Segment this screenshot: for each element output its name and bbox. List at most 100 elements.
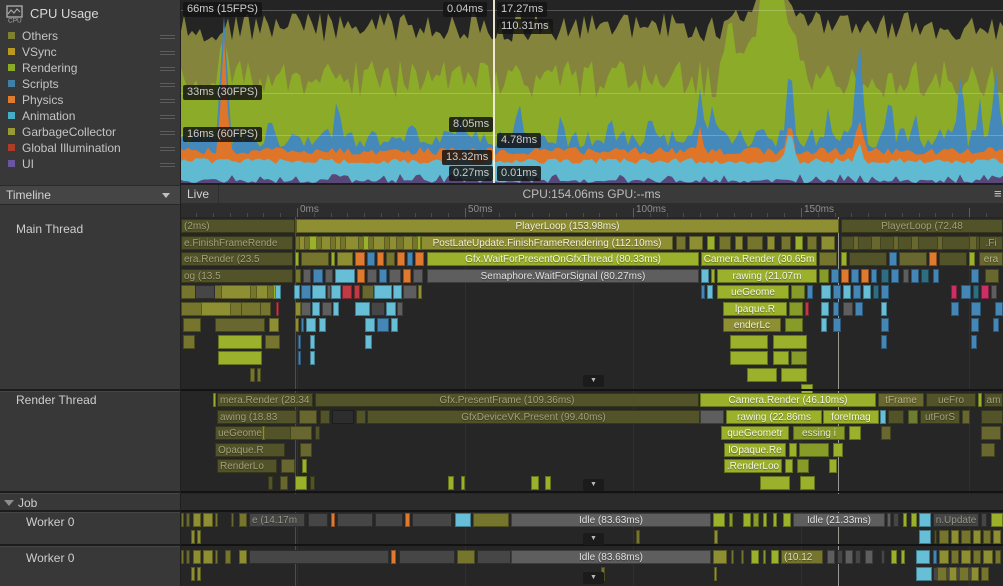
timeline-block[interactable] — [477, 550, 511, 564]
timeline-block[interactable] — [337, 252, 353, 266]
timeline-block[interactable] — [241, 302, 261, 316]
timeline-block[interactable] — [981, 443, 995, 457]
timeline-block[interactable] — [773, 335, 807, 349]
timeline-block[interactable] — [262, 426, 265, 440]
timeline-block[interactable] — [995, 550, 1001, 564]
timeline-block[interactable] — [363, 236, 369, 250]
timeline-block[interactable] — [374, 285, 392, 299]
timeline-block[interactable] — [310, 335, 315, 349]
timeline-block[interactable] — [735, 236, 743, 250]
timeline-block[interactable] — [415, 252, 424, 266]
timeline-block[interactable] — [700, 410, 724, 424]
timeline-block[interactable] — [377, 318, 389, 332]
timeline-block[interactable] — [183, 318, 201, 332]
timeline-block[interactable] — [393, 285, 402, 299]
timeline-block[interactable] — [357, 269, 365, 283]
timeline-block[interactable] — [773, 351, 789, 365]
timeline-block[interactable] — [203, 550, 213, 564]
timeline-block[interactable] — [881, 285, 889, 299]
timeline-block[interactable] — [413, 269, 423, 283]
timeline-block[interactable] — [325, 269, 333, 283]
timeline-block[interactable] — [949, 567, 957, 581]
timeline-block[interactable] — [367, 252, 375, 266]
timeline-block[interactable] — [545, 476, 551, 490]
timeline-block[interactable] — [889, 252, 897, 266]
timeline-block[interactable] — [301, 252, 329, 266]
timeline-block[interactable] — [310, 351, 315, 365]
timeline-bar[interactable]: ueGeome — [717, 285, 789, 299]
timeline-block[interactable] — [303, 269, 311, 283]
timeline-bar[interactable]: era.Render (23.5 — [181, 252, 293, 266]
timeline-block[interactable] — [797, 459, 809, 473]
timeline-block[interactable] — [849, 426, 861, 440]
legend-item-scripts[interactable]: Scripts — [0, 76, 180, 92]
timeline-block[interactable] — [731, 550, 734, 564]
timeline-block[interactable] — [711, 269, 715, 283]
timeline-block[interactable] — [881, 302, 887, 316]
drag-handle-icon[interactable] — [160, 97, 175, 103]
timeline-block[interactable] — [321, 236, 331, 250]
timeline-block[interactable] — [195, 285, 215, 299]
timeline-block[interactable] — [215, 550, 218, 564]
timeline-block[interactable] — [771, 550, 779, 564]
timeline-bar[interactable]: .RenderLoo — [724, 459, 782, 473]
timeline-bar[interactable]: (10.12 — [781, 550, 823, 564]
timeline-block[interactable] — [985, 269, 999, 283]
timeline-block[interactable] — [961, 285, 971, 299]
timeline-block[interactable] — [821, 302, 829, 316]
timeline-block[interactable] — [833, 318, 841, 332]
timeline-block[interactable] — [861, 269, 869, 283]
timeline-block[interactable] — [713, 513, 725, 527]
timeline-block[interactable] — [181, 550, 184, 564]
legend-item-others[interactable]: Others — [0, 28, 180, 44]
timeline-block[interactable] — [707, 236, 715, 250]
timeline-bar[interactable]: rawing (22.86ms — [726, 410, 822, 424]
timeline-block[interactable] — [959, 567, 969, 581]
timeline-block[interactable] — [819, 269, 829, 283]
timeline-block[interactable] — [903, 269, 909, 283]
timeline-block[interactable] — [355, 302, 370, 316]
timeline-block[interactable] — [971, 567, 979, 581]
timeline-block[interactable] — [833, 443, 843, 457]
time-ruler[interactable]: 0ms50ms100ms150ms — [181, 203, 1003, 218]
timeline-block[interactable] — [911, 269, 919, 283]
timeline-block[interactable] — [991, 285, 997, 299]
timeline-block[interactable] — [335, 236, 341, 250]
timeline-panel[interactable]: (2ms)PlayerLoop (153.98ms)PlayerLoop (72… — [181, 217, 1003, 586]
timeline-block[interactable] — [903, 513, 907, 527]
timeline-block[interactable] — [881, 550, 885, 564]
timeline-block[interactable] — [951, 285, 957, 299]
timeline-block[interactable] — [354, 285, 360, 299]
timeline-block[interactable] — [981, 567, 989, 581]
timeline-bar[interactable]: og (13.5 — [181, 269, 293, 283]
timeline-block[interactable] — [881, 318, 889, 332]
drag-handle-icon[interactable] — [160, 81, 175, 87]
legend-item-animation[interactable]: Animation — [0, 108, 180, 124]
timeline-block[interactable] — [461, 476, 465, 490]
timeline-block[interactable] — [919, 530, 931, 544]
timeline-block[interactable] — [355, 252, 365, 266]
timeline-bar[interactable]: Semaphore.WaitForSignal (80.27ms) — [427, 269, 699, 283]
timeline-block[interactable] — [218, 335, 262, 349]
timeline-block[interactable] — [332, 410, 354, 424]
timeline-block[interactable] — [275, 285, 281, 299]
timeline-block[interactable] — [837, 550, 843, 564]
timeline-block[interactable] — [981, 513, 987, 527]
selected-frame-playhead[interactable] — [493, 0, 495, 183]
timeline-block[interactable] — [386, 252, 395, 266]
timeline-bar[interactable]: ueFro — [926, 393, 976, 407]
timeline-block[interactable] — [760, 476, 790, 490]
timeline-bar[interactable]: Idle (83.68ms) — [511, 550, 711, 564]
timeline-block[interactable] — [821, 236, 835, 250]
timeline-block[interactable] — [981, 410, 1003, 424]
timeline-block[interactable] — [919, 513, 931, 527]
timeline-block[interactable] — [290, 426, 312, 440]
timeline-bar[interactable]: GfxDeviceVK.Present (99.40ms) — [367, 410, 700, 424]
timeline-block[interactable] — [365, 335, 372, 349]
timeline-block[interactable] — [312, 285, 326, 299]
timeline-block[interactable] — [781, 368, 807, 382]
timeline-bar[interactable]: n.Update — [933, 513, 979, 527]
timeline-block[interactable] — [313, 269, 323, 283]
timeline-block[interactable] — [689, 236, 703, 250]
timeline-block[interactable] — [295, 476, 307, 490]
